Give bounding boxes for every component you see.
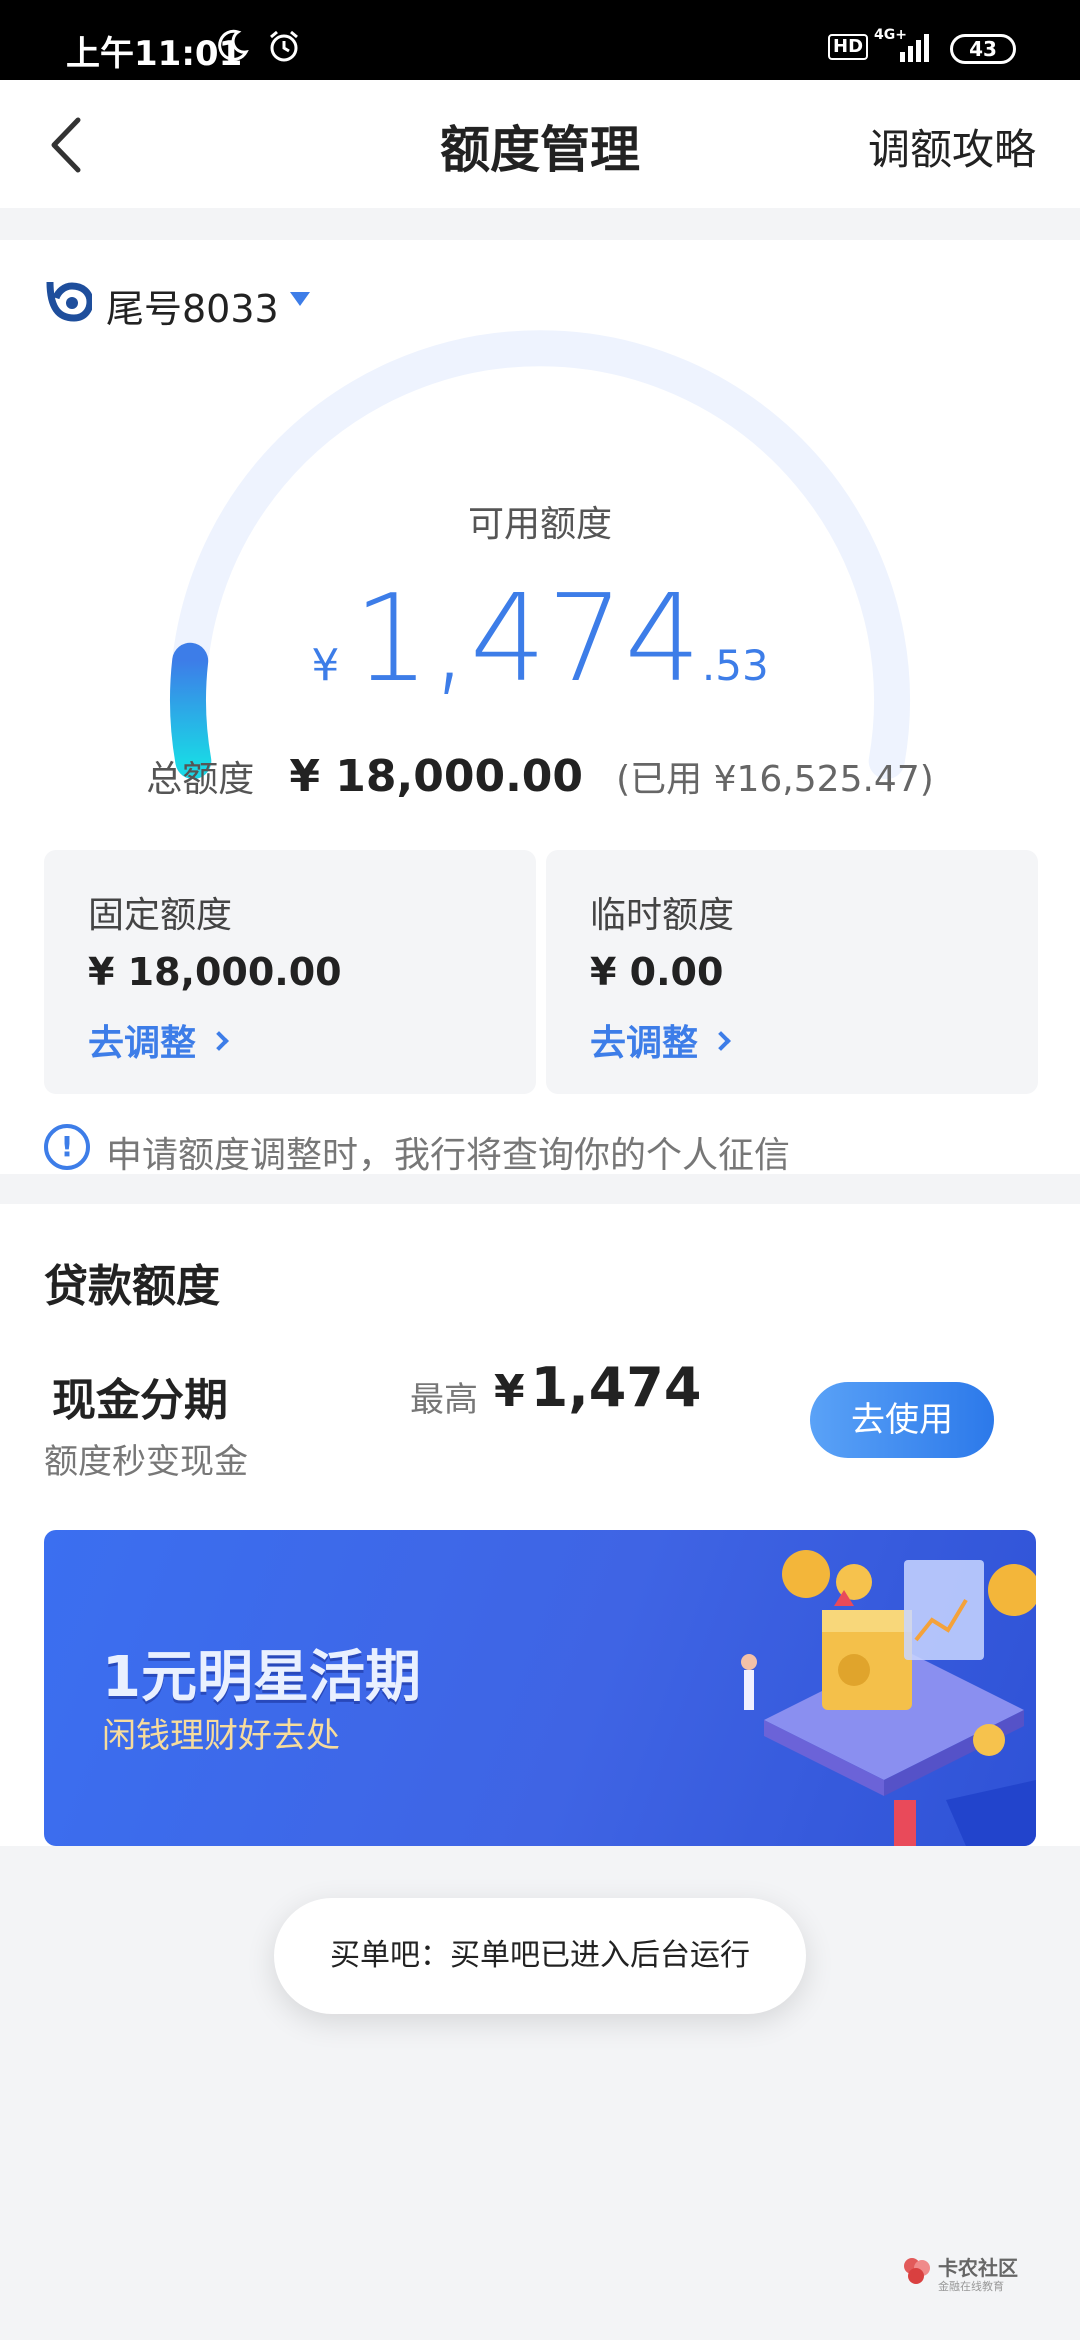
adjust-fixed-label: 去调整 xyxy=(88,1023,197,1064)
fixed-limit-box: 固定额度 ¥ 18,000.00 去调整 xyxy=(44,850,536,1094)
finance-illustration-icon xyxy=(741,1550,1036,1846)
alarm-icon xyxy=(270,30,298,62)
bank-logo-icon xyxy=(46,281,92,322)
use-loan-button[interactable]: 去使用 xyxy=(810,1382,994,1458)
hd-badge: HD xyxy=(828,34,869,60)
available-integer: 1,474 xyxy=(353,570,702,709)
nav-bar: 额度管理 调额攻略 xyxy=(0,80,1080,208)
watermark-logo-icon xyxy=(904,2258,930,2284)
temp-limit-box: 临时额度 ¥ 0.00 去调整 xyxy=(546,850,1038,1094)
notice-text: 申请额度调整时，我行将查询你的个人征信 xyxy=(106,1135,791,1176)
loan-max-label: 最高 xyxy=(410,1380,478,1420)
available-limit-amount: ¥1,474.53 xyxy=(0,570,1080,709)
fixed-limit-title: 固定额度 xyxy=(88,895,233,936)
caret-down-icon[interactable] xyxy=(290,292,310,306)
watermark-subtext: 金融在线教育 xyxy=(938,2280,1004,2293)
chevron-right-icon xyxy=(209,1031,229,1051)
limit-gauge xyxy=(170,330,910,780)
available-decimal: .53 xyxy=(701,641,769,690)
available-currency: ¥ xyxy=(311,640,340,691)
loan-section-title: 贷款额度 xyxy=(44,1261,220,1312)
limit-guide-link[interactable]: 调额攻略 xyxy=(868,116,1036,177)
total-limit-row: 总额度 ¥ 18,000.00 (已用 ¥16,525.47) xyxy=(0,750,1080,802)
banner-subtitle: 闲钱理财好去处 xyxy=(102,1716,340,1756)
signal-icon xyxy=(900,34,929,62)
credit-limit-card: 尾号8033 可用额度 ¥1,474.53 总额度 ¥ 18,000.00 (已… xyxy=(0,240,1080,1176)
status-bar: 上午11:01 HD 4G+ 43 xyxy=(0,0,1080,80)
promo-banner[interactable]: 1元明星活期 闲钱理财好去处 xyxy=(44,1530,1036,1846)
account-selector[interactable]: 尾号8033 xyxy=(106,278,279,333)
available-limit-label: 可用额度 xyxy=(467,504,612,545)
battery-indicator: 43 xyxy=(950,34,1016,64)
temp-limit-value: ¥ 0.00 xyxy=(590,950,724,994)
adjust-temp-label: 去调整 xyxy=(590,1023,699,1064)
loan-amount-value: 1,474 xyxy=(530,1356,702,1419)
total-limit-label: 总额度 xyxy=(146,759,255,800)
used-amount: (已用 ¥16,525.47) xyxy=(616,759,934,800)
info-icon: ! xyxy=(44,1124,90,1170)
fixed-limit-value: ¥ 18,000.00 xyxy=(88,950,342,994)
watermark-text: 卡农社区 xyxy=(938,2256,1018,2280)
temp-limit-title: 临时额度 xyxy=(590,895,735,936)
adjust-fixed-limit-link[interactable]: 去调整 xyxy=(88,1014,229,1066)
loan-product-name: 现金分期 xyxy=(52,1375,228,1426)
background-run-toast: 买单吧：买单吧已进入后台运行 xyxy=(274,1898,806,2014)
banner-section: 1元明星活期 闲钱理财好去处 xyxy=(0,1530,1080,1846)
total-limit-value: ¥ 18,000.00 xyxy=(289,751,584,802)
banner-title: 1元明星活期 xyxy=(102,1645,421,1710)
loan-max-amount: ¥1,474 xyxy=(494,1356,701,1419)
chevron-right-icon xyxy=(711,1031,731,1051)
adjust-temp-limit-link[interactable]: 去调整 xyxy=(590,1014,731,1066)
loan-limit-section: 贷款额度 现金分期 额度秒变现金 最高 ¥1,474 去使用 xyxy=(0,1204,1080,1530)
loan-currency: ¥ xyxy=(494,1366,525,1417)
moon-icon xyxy=(218,29,249,61)
loan-product-subtitle: 额度秒变现金 xyxy=(44,1442,248,1482)
